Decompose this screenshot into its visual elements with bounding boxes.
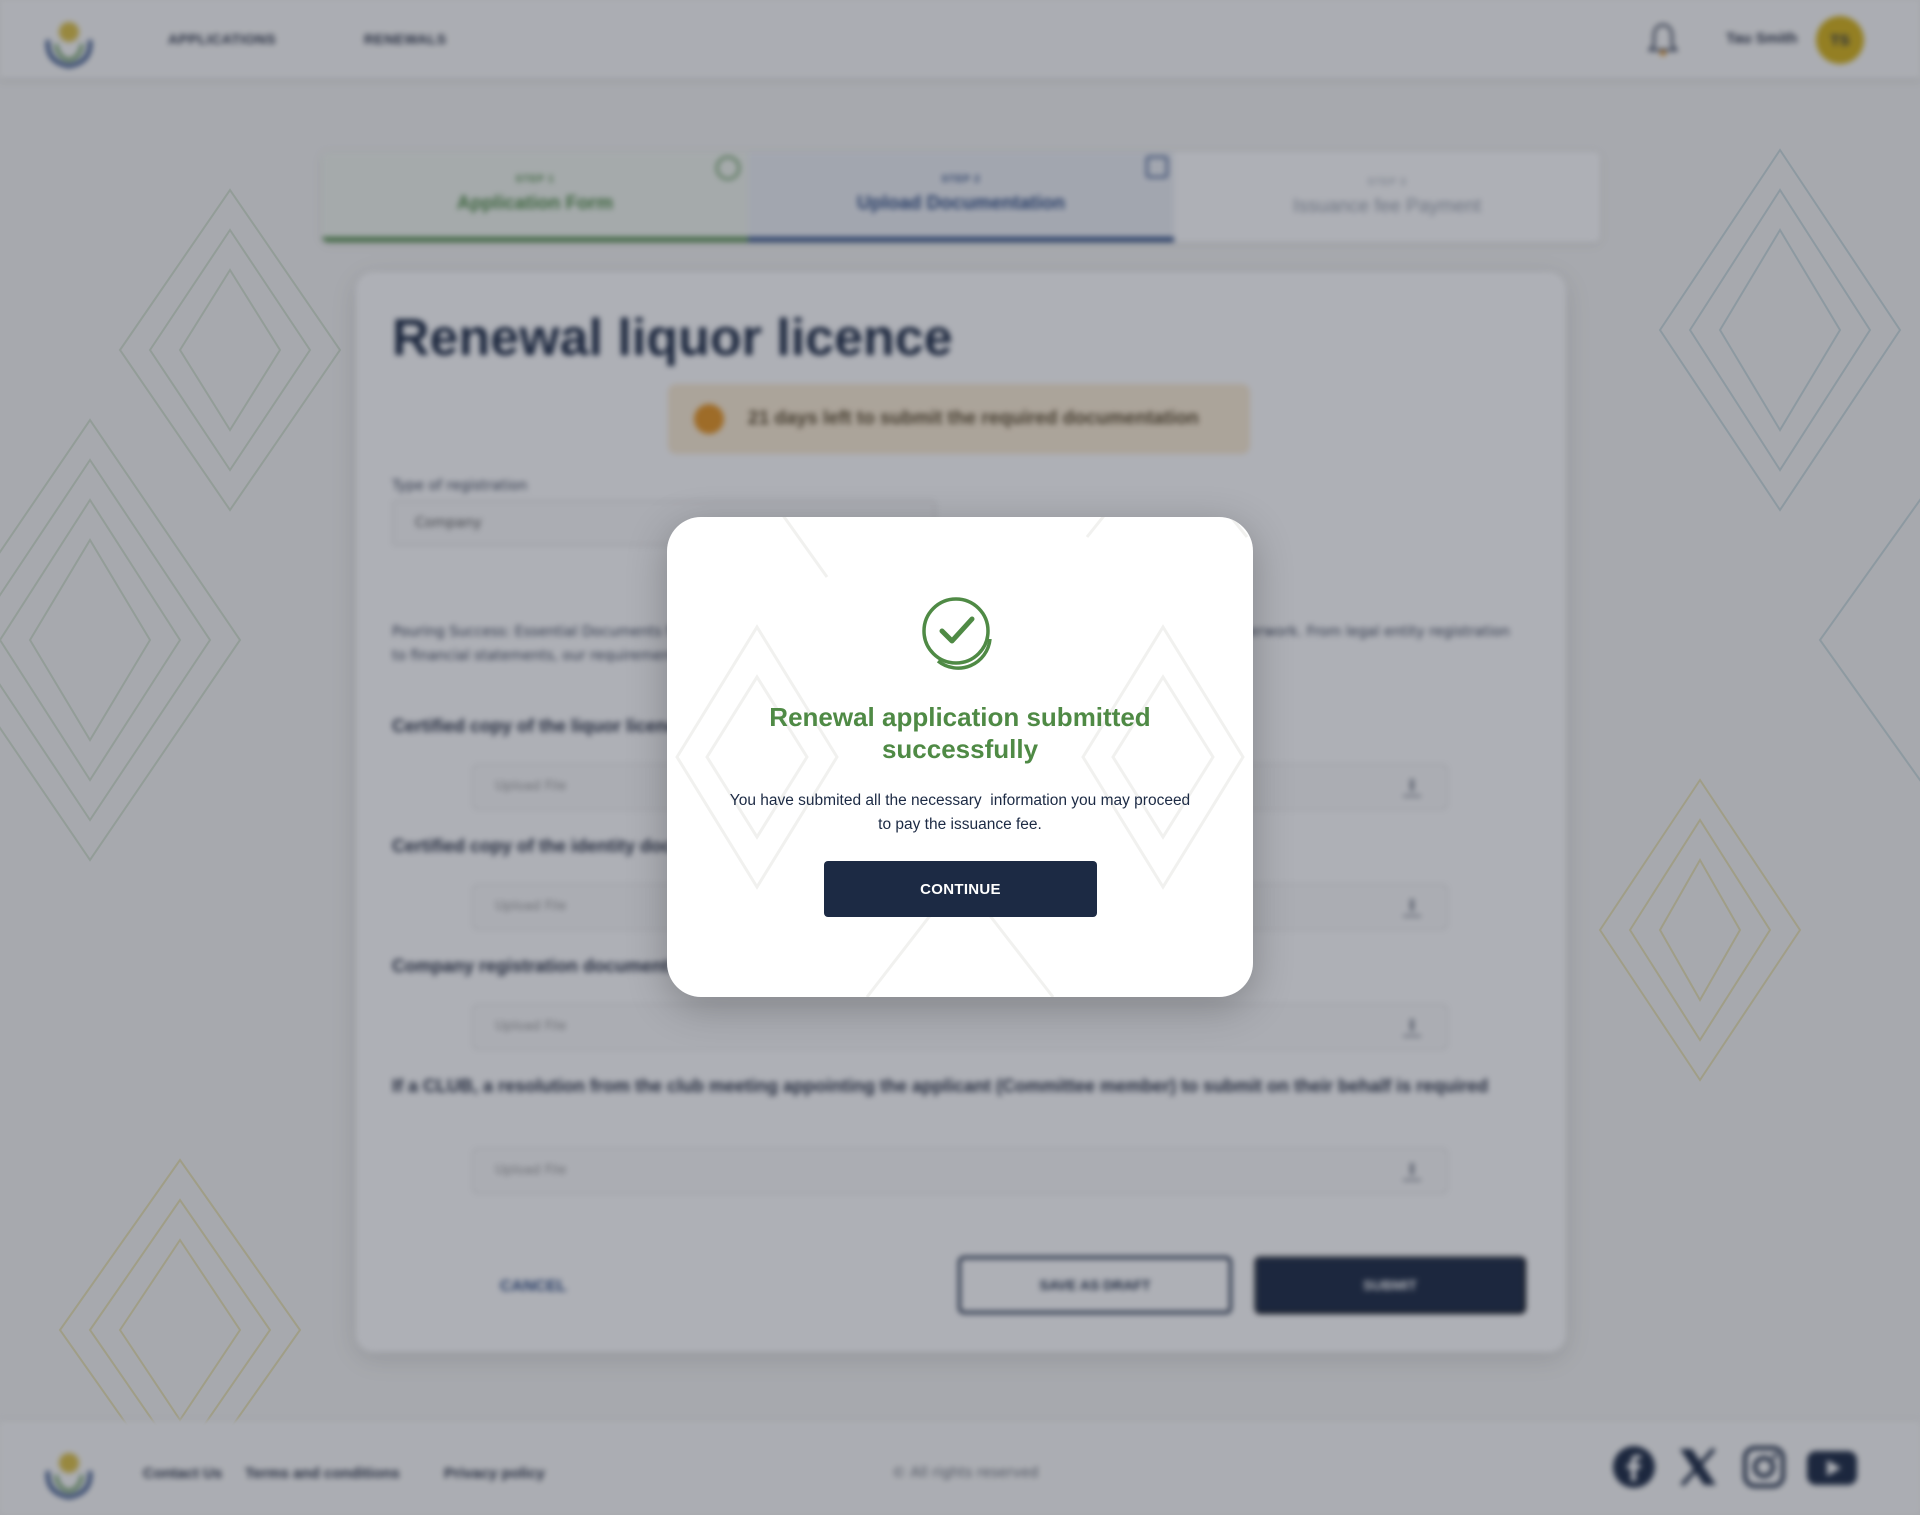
check-circle-icon [922, 597, 992, 670]
success-modal: Renewal application submitted successful… [667, 517, 1253, 997]
continue-button[interactable]: CONTINUE [824, 861, 1097, 917]
modal-title: Renewal application submitted successful… [769, 702, 1151, 764]
modal-content: Renewal application submitted successful… [667, 517, 1253, 997]
modal-message: You have submited all the necessary info… [729, 792, 1195, 833]
